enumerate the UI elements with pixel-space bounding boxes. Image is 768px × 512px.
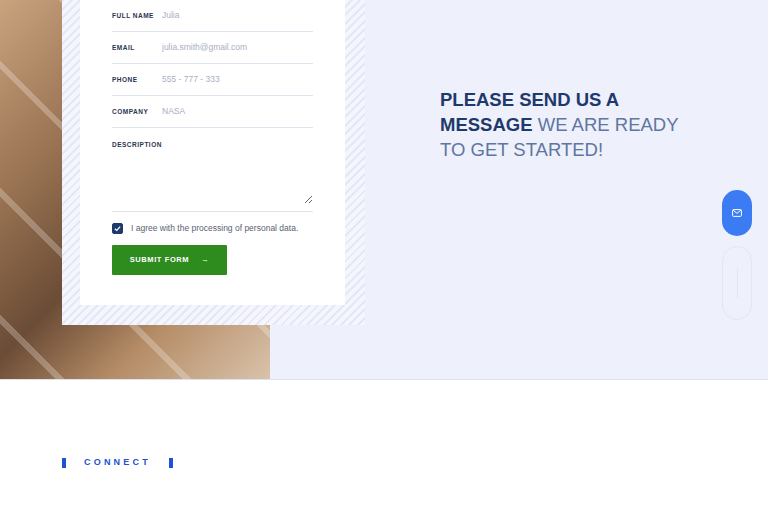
submit-label: SUBMIT FORM <box>130 254 190 265</box>
field-label: EMAIL <box>112 43 162 53</box>
mail-button[interactable] <box>722 190 752 236</box>
scroll-button[interactable] <box>722 246 752 320</box>
mail-icon <box>732 209 742 217</box>
field-label: FULL NAME <box>112 11 162 21</box>
description-input[interactable] <box>112 150 313 204</box>
form-field: EMAIL <box>112 32 313 64</box>
field-input[interactable] <box>162 41 313 54</box>
form-frame: FULL NAME EMAIL PHONE COMPANY DESCRIPTION I a… <box>62 0 365 325</box>
field-label: DESCRIPTION <box>112 140 162 150</box>
contact-row: FULL NAME EMAIL PHONE COMPANY DESCRIPTION I a… <box>0 0 768 379</box>
check-icon <box>114 225 121 232</box>
submit-button[interactable]: SUBMIT FORM → <box>112 245 227 275</box>
heading: PLEASE SEND US A MESSAGE WE ARE READY TO… <box>440 87 680 162</box>
form-field: COMPANY <box>112 96 313 128</box>
contact-form: FULL NAME EMAIL PHONE COMPANY DESCRIPTION I a… <box>80 0 345 305</box>
form-field: PHONE <box>112 64 313 96</box>
field-label: PHONE <box>112 75 162 85</box>
description-field: DESCRIPTION <box>112 128 313 212</box>
field-input[interactable] <box>162 105 313 118</box>
field-input[interactable] <box>162 9 313 22</box>
contact-section: FULL NAME EMAIL PHONE COMPANY DESCRIPTION I a… <box>0 0 768 380</box>
bar-icon <box>169 458 173 468</box>
connect-section: CONNECT <box>0 380 768 470</box>
consent-checkbox[interactable]: I agree with the processing of personal … <box>112 222 313 235</box>
scroll-line-icon <box>737 268 738 298</box>
arrow-icon: → <box>201 254 209 265</box>
consent-label: I agree with the processing of personal … <box>131 222 298 235</box>
connect-label: CONNECT <box>84 456 151 470</box>
heading-block: PLEASE SEND US A MESSAGE WE ARE READY TO… <box>440 0 680 162</box>
side-rail <box>722 190 752 320</box>
field-label: COMPANY <box>112 107 162 117</box>
checkbox[interactable] <box>112 223 123 234</box>
field-input[interactable] <box>162 73 313 86</box>
bar-icon <box>62 458 66 468</box>
form-field: FULL NAME <box>112 0 313 32</box>
